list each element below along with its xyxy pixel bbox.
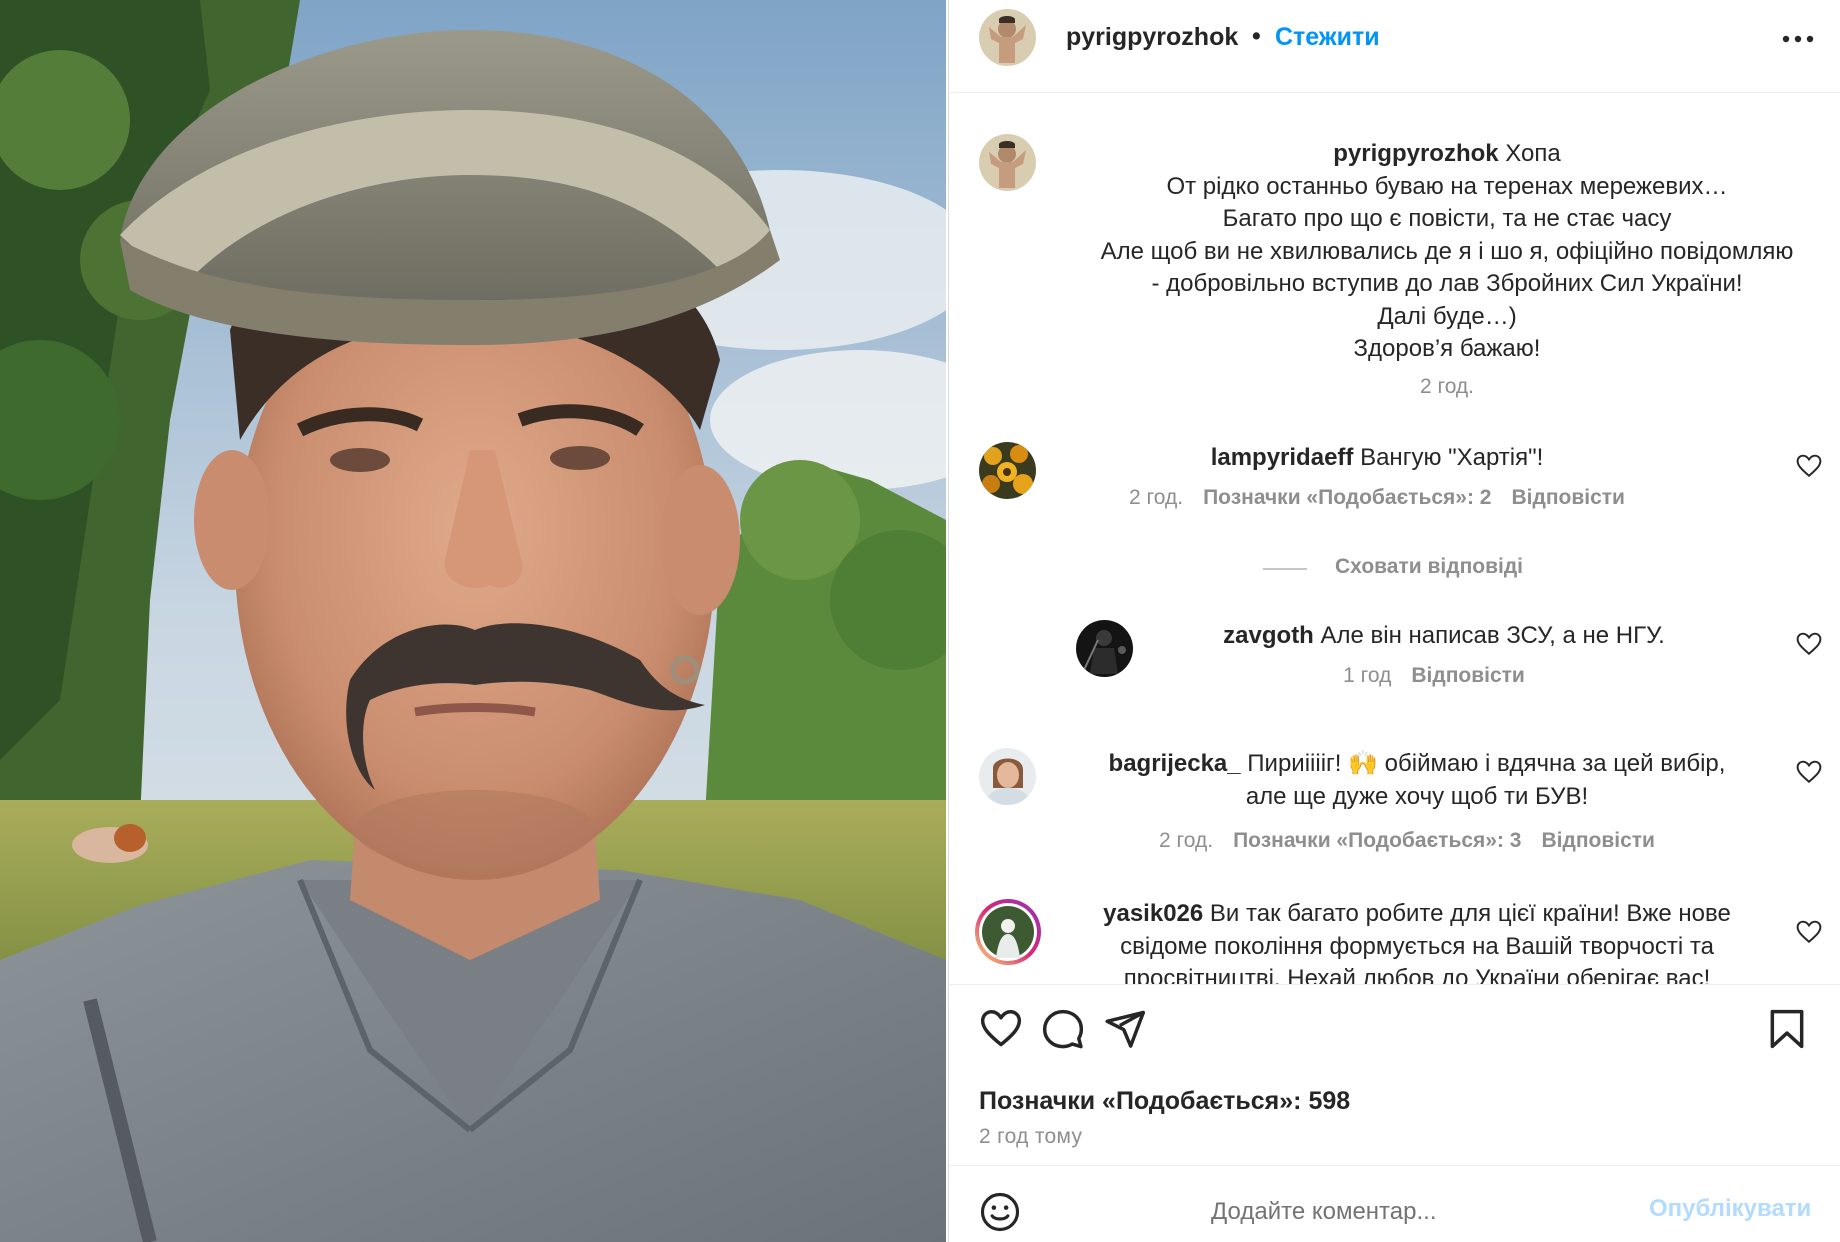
likes-count[interactable]: Позначки «Подобається»: 598: [979, 1087, 1350, 1116]
comment-meta: 2 год. Позначки «Подобається»: 3 Відповіст…: [1067, 829, 1767, 853]
caption-time: 2 год.: [1419, 375, 1475, 398]
reply-button[interactable]: Відповісти: [1541, 829, 1654, 852]
post-timestamp[interactable]: 2 год тому: [979, 1125, 1082, 1149]
more-horizontal-icon[interactable]: [1781, 28, 1815, 50]
caption-line-7: Здоров’я бажаю!: [1353, 335, 1541, 362]
hide-replies-label: Сховати відповіді: [1335, 555, 1523, 578]
caption-line-3: Багато про що є повісти, та не стає часу: [1222, 205, 1672, 232]
caption-author-avatar[interactable]: [979, 134, 1036, 191]
comment-time: 2 год.: [1129, 486, 1184, 509]
hide-replies-line: [1263, 568, 1307, 570]
commenter-avatar-story-ring[interactable]: [974, 898, 1042, 966]
post-actions: Позначки «Подобається»: 598 2 год тому: [949, 984, 1840, 1164]
comment-username[interactable]: yasik026: [1103, 900, 1203, 927]
commenter-avatar[interactable]: [979, 442, 1036, 499]
reply-body: Але він написав ЗСУ, а не НГУ.: [1320, 622, 1665, 649]
reply-username[interactable]: zavgoth: [1223, 622, 1314, 649]
caption-username[interactable]: pyrigpyrozhok: [1333, 140, 1498, 167]
caption-line-1-text: Хопа: [1505, 140, 1561, 167]
post-sidebar: pyrigpyrozhok • Стежити pyrigpyrozhok Хо…: [948, 0, 1840, 1242]
commenter-avatar[interactable]: [979, 748, 1036, 805]
comment-time: 2 год.: [1159, 829, 1214, 852]
post-photo-image: [0, 0, 946, 1242]
follow-button[interactable]: Стежити: [1275, 23, 1380, 52]
caption-line-4: Але щоб ви не хвилювались де я і шо я, о…: [1100, 237, 1794, 265]
comment-text: lampyridaeff Вангую "Хартія"!: [1067, 442, 1687, 475]
commenter-avatar-image: [979, 442, 1036, 499]
comment-body-line-2: але ще дуже хочу щоб ти БУВ!: [1245, 782, 1589, 810]
commenter-avatar-image: [975, 899, 1041, 965]
post-header: pyrigpyrozhok • Стежити: [949, 0, 1840, 93]
comment-text: bagrijecka_ Пириііііг! 🙌 обіймаю і вдячн…: [1067, 748, 1767, 813]
add-comment-bar: Опублікувати: [949, 1165, 1840, 1242]
caption-line-1: pyrigpyrozhok Хопа: [1067, 138, 1827, 171]
comment-body-line-1: Пириііііг! 🙌 обіймаю і вдячна за цей виб…: [1247, 750, 1726, 777]
comment-likes[interactable]: Позначки «Подобається»: 2: [1203, 486, 1491, 509]
publish-button[interactable]: Опублікувати: [1649, 1195, 1811, 1223]
heart-icon[interactable]: [1796, 632, 1822, 656]
heart-icon[interactable]: [1796, 454, 1822, 478]
caption-avatar-image: [979, 134, 1036, 191]
commenter-avatar[interactable]: [1076, 620, 1133, 677]
reply-meta: 1 год Відповісти: [1164, 664, 1724, 688]
heart-icon[interactable]: [1796, 760, 1822, 784]
comment-username[interactable]: lampyridaeff: [1211, 444, 1354, 471]
comment-body-line-3: просвітництві. Нехай любов до України об…: [1123, 965, 1711, 984]
paper-plane-icon[interactable]: [1103, 1007, 1147, 1051]
commenter-avatar-image: [1076, 620, 1133, 677]
author-username[interactable]: pyrigpyrozhok: [1066, 23, 1238, 52]
comment-body: Вангую "Хартія"!: [1360, 444, 1544, 471]
comment-username[interactable]: bagrijecka_: [1109, 750, 1241, 777]
author-avatar-image: [979, 9, 1036, 66]
caption-line-5: - добровільно вступив до лав Збройних Си…: [1151, 270, 1743, 297]
reply-text: zavgoth Але він написав ЗСУ, а не НГУ.: [1164, 620, 1724, 653]
comment-body-line-2: свідоме покоління формується на Вашій тв…: [1120, 932, 1714, 960]
caption-text: pyrigpyrozhok Хопа От рідко останньо був…: [1067, 138, 1827, 366]
reply-button[interactable]: Відповісти: [1411, 664, 1524, 687]
comment-bubble-icon[interactable]: [1041, 1007, 1085, 1051]
reply-time: 1 год: [1343, 664, 1392, 687]
post-photo[interactable]: [0, 0, 946, 1242]
caption-line-6: Далі буде…): [1377, 302, 1517, 330]
comment-input[interactable]: [1211, 1194, 1531, 1230]
comment-text: yasik026 Ви так багато робите для цієї к…: [1067, 898, 1767, 984]
comment-body-line-1: Ви так багато робите для цієї країни! Вж…: [1209, 900, 1731, 927]
header-separator: •: [1252, 22, 1261, 50]
comments-list[interactable]: pyrigpyrozhok Хопа От рідко останньо був…: [949, 94, 1840, 984]
emoji-smile-icon[interactable]: [979, 1191, 1021, 1233]
bookmark-icon[interactable]: [1765, 1007, 1809, 1051]
comment-meta: 2 год. Позначки «Подобається»: 2 Відповіст…: [1067, 486, 1707, 510]
heart-icon[interactable]: [979, 1007, 1023, 1051]
hide-replies-button[interactable]: Сховати відповіді: [1263, 553, 1583, 583]
reply-button[interactable]: Відповісти: [1511, 486, 1624, 509]
commenter-avatar-image: [979, 748, 1036, 805]
caption-line-2: От рідко останньо буваю на теренах мереж…: [1166, 172, 1728, 200]
author-avatar[interactable]: [979, 9, 1036, 66]
heart-icon[interactable]: [1796, 920, 1822, 944]
comment-likes[interactable]: Позначки «Подобається»: 3: [1233, 829, 1521, 852]
